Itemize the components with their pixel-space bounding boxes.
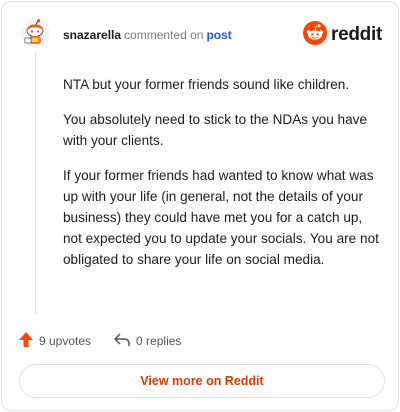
upvote-count: 9 upvotes bbox=[39, 334, 92, 348]
comment-embed-card: snazarella commented on post reddit NTA bu… bbox=[1, 1, 399, 411]
replies-button[interactable]: 0 replies bbox=[113, 332, 181, 351]
comment-actions: 9 upvotes 0 replies bbox=[18, 330, 181, 352]
upvote-arrow-icon bbox=[18, 331, 34, 351]
reply-count: 0 replies bbox=[136, 334, 182, 348]
post-link[interactable]: post bbox=[206, 28, 231, 42]
reddit-brand[interactable]: reddit bbox=[303, 20, 382, 50]
username[interactable]: snazarella bbox=[63, 28, 121, 42]
comment-header: snazarella commented on post bbox=[63, 26, 232, 44]
commented-on-text: commented on bbox=[124, 28, 204, 42]
reddit-logo-icon bbox=[303, 20, 328, 50]
view-more-button[interactable]: View more on Reddit bbox=[19, 364, 385, 398]
comment-paragraph: NTA but your former friends sound like c… bbox=[63, 77, 350, 92]
comment-paragraph: If your former friends had wanted to kno… bbox=[63, 168, 379, 267]
reddit-wordmark: reddit bbox=[331, 24, 382, 45]
user-avatar-icon[interactable] bbox=[20, 18, 50, 48]
comment-body: NTA but your former friends sound like c… bbox=[63, 74, 383, 284]
upvote-button[interactable]: 9 upvotes bbox=[18, 331, 91, 351]
comment-paragraph: You absolutely need to stick to the NDAs… bbox=[63, 112, 368, 148]
reply-arrow-icon bbox=[113, 332, 131, 351]
thread-line bbox=[35, 52, 36, 314]
